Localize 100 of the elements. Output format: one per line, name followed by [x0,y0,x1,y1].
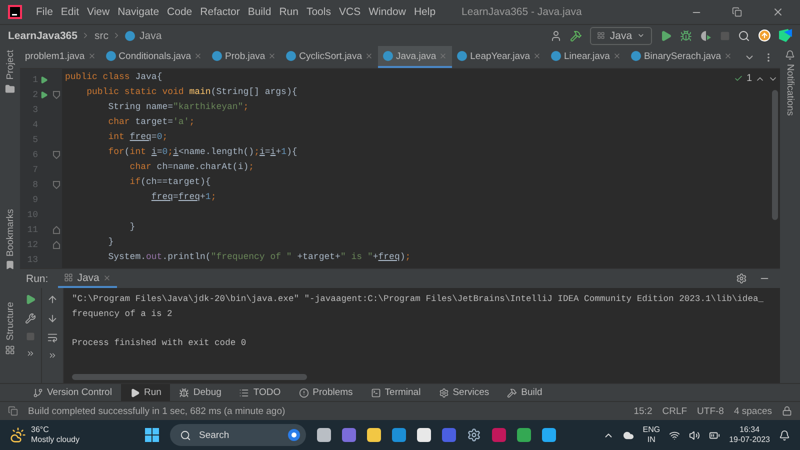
tool-window-label[interactable]: Project [4,50,16,80]
menu-item[interactable]: Code [163,2,196,22]
arrow-up-icon[interactable] [47,294,58,305]
editor-tab[interactable]: LeapYear.java [452,46,546,68]
check-icon [734,74,744,83]
clock-date[interactable]: 19-07-2023 [729,435,770,445]
more-icon[interactable] [26,349,35,358]
menu-item[interactable]: VCS [334,2,365,22]
bell-icon[interactable] [785,50,795,60]
fold-icon[interactable] [52,150,60,158]
scrollbar-thumb[interactable] [72,374,307,380]
update-icon[interactable] [758,29,771,42]
menu-item[interactable]: Refactor [196,2,244,22]
ide-logo-icon[interactable] [779,29,792,42]
editor-tab[interactable]: Linear.java [546,46,626,68]
breadcrumb[interactable]: Java [139,30,162,42]
editor-tab[interactable]: BinarySerach.java [626,46,738,68]
close-icon[interactable] [533,52,542,60]
wifi-icon[interactable] [669,430,680,440]
editor-tab[interactable]: Prob.java [207,46,282,68]
close-icon[interactable] [194,52,202,60]
gear-icon[interactable] [467,428,481,442]
weather-icon[interactable] [10,427,26,443]
menu-item[interactable]: Window [364,2,410,22]
menu-item[interactable]: Run [275,2,302,22]
language-indicator[interactable]: ENG [642,425,660,435]
battery-icon[interactable] [709,430,720,440]
menu-item[interactable]: Navigate [114,2,164,22]
breadcrumb[interactable]: LearnJava365 [8,30,78,42]
warning-icon [298,388,309,398]
code-line: if(ch==target){ [128,177,211,189]
menu-item[interactable]: View [83,2,114,22]
bug-icon[interactable] [680,30,692,42]
editor-tab[interactable]: Conditionals.java [100,46,208,68]
menu-item[interactable]: Build [244,2,276,22]
restore-icon[interactable] [732,7,742,17]
more-icon[interactable] [48,351,57,360]
user-icon[interactable] [550,30,562,42]
tool-window-button[interactable]: Build [498,384,552,401]
fold-icon[interactable] [52,180,60,188]
editor-tab[interactable]: problem1.java [20,46,101,68]
tool-window-label[interactable]: Bookmarks [4,208,16,256]
menu-item[interactable]: Tools [302,2,335,22]
window-title: LearnJava365 - Java.java [462,6,582,18]
clock-time[interactable]: 16:34 [740,425,760,435]
settings-icon[interactable] [736,273,747,284]
status-item[interactable]: 4 spaces [734,406,772,416]
tool-window-button[interactable]: Debug [170,384,230,401]
windows-logo-icon[interactable] [145,428,159,442]
tool-window-button[interactable]: Services [430,384,498,401]
hammer-icon[interactable] [570,30,582,42]
close-icon[interactable] [103,274,112,282]
arrow-down-icon[interactable] [47,313,58,324]
status-message: Build completed successfully in 1 sec, 682 ms (a minute ago) [28,406,286,416]
tool-window-label[interactable]: Notifications [784,64,796,116]
chat-icon[interactable] [288,429,300,441]
tool-window-button[interactable]: Version Control [24,384,121,401]
close-icon[interactable] [724,52,732,60]
close-icon[interactable] [365,52,373,60]
menu-item[interactable]: Help [410,2,440,22]
tool-window-button[interactable]: Run [120,384,170,401]
code-line: String name="karthikeyan"; [107,102,249,114]
code-line: int freq=0; [107,132,168,144]
run-icon[interactable] [660,30,672,42]
close-icon[interactable] [268,52,276,60]
status-item[interactable]: CRLF [662,406,688,416]
menu-item[interactable]: File [32,2,57,22]
editor-tab[interactable]: Java.java [378,46,452,68]
close-icon[interactable] [612,52,621,60]
panel-icon[interactable] [8,406,18,416]
close-icon[interactable] [772,6,784,18]
panel-title: Run: [26,272,48,284]
volume-icon[interactable] [689,430,700,440]
language-indicator[interactable]: IN [647,435,656,445]
search-bar[interactable]: Search [170,424,306,446]
lock-icon[interactable] [782,406,792,416]
coverage-icon[interactable] [700,30,712,42]
status-item[interactable]: 15:2 [634,406,652,416]
scrollbar-thumb[interactable] [772,90,778,220]
code-line: freq=freq+1; [150,192,216,204]
menu-item[interactable]: Edit [56,2,84,22]
class-icon [212,51,222,61]
run-config-dropdown[interactable]: Java [590,26,652,44]
run-tab[interactable]: Java [58,269,118,288]
tool-window-button[interactable]: Terminal [362,384,430,401]
status-item[interactable]: UTF-8 [697,406,724,416]
cloud-icon[interactable] [622,430,634,440]
breadcrumb[interactable]: src [94,30,108,42]
wrench-icon[interactable] [25,313,36,324]
tool-window-button[interactable]: TODO [230,384,290,401]
tool-window-label[interactable]: Structure [4,302,16,341]
editor-tab[interactable]: CyclicSort.java [281,46,378,68]
search-field[interactable]: Search [197,428,282,442]
tool-window-button[interactable]: Problems [290,384,362,401]
close-icon[interactable] [88,52,96,60]
run-icon[interactable] [25,294,36,305]
notification-icon[interactable] [779,430,790,440]
wrap-icon[interactable] [47,332,58,343]
search-icon[interactable] [738,30,750,42]
fold-icon[interactable] [52,90,60,98]
